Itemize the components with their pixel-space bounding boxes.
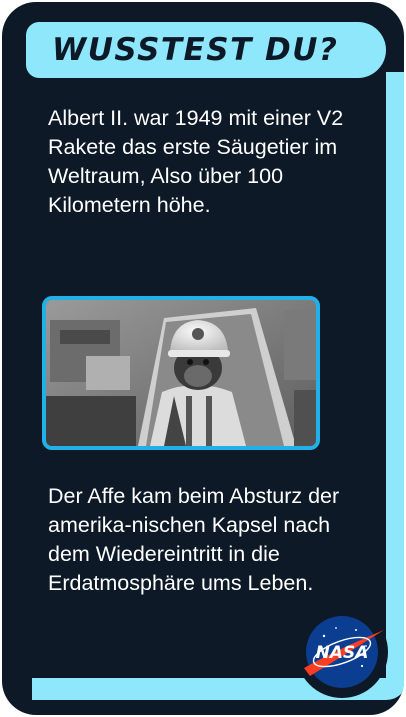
nasa-logo: NASA	[304, 616, 384, 688]
fact-paragraph-2: Der Affe kam beim Absturz der amerika-ni…	[48, 484, 340, 595]
card-frame-right	[386, 72, 404, 692]
photo-frame	[42, 296, 320, 450]
astronaut-monkey-photo	[46, 300, 316, 446]
nasa-badge: NASA	[296, 606, 388, 698]
title-banner: WUSSTEST DU?	[26, 22, 386, 78]
fact-card: WUSSTEST DU? Albert II. war 1949 mit ein…	[2, 2, 404, 715]
card-title: WUSSTEST DU?	[52, 32, 339, 68]
fact-paragraph-1: Albert II. war 1949 mit einer V2 Rakete …	[48, 106, 344, 217]
nasa-logo-text: NASA	[316, 643, 369, 663]
